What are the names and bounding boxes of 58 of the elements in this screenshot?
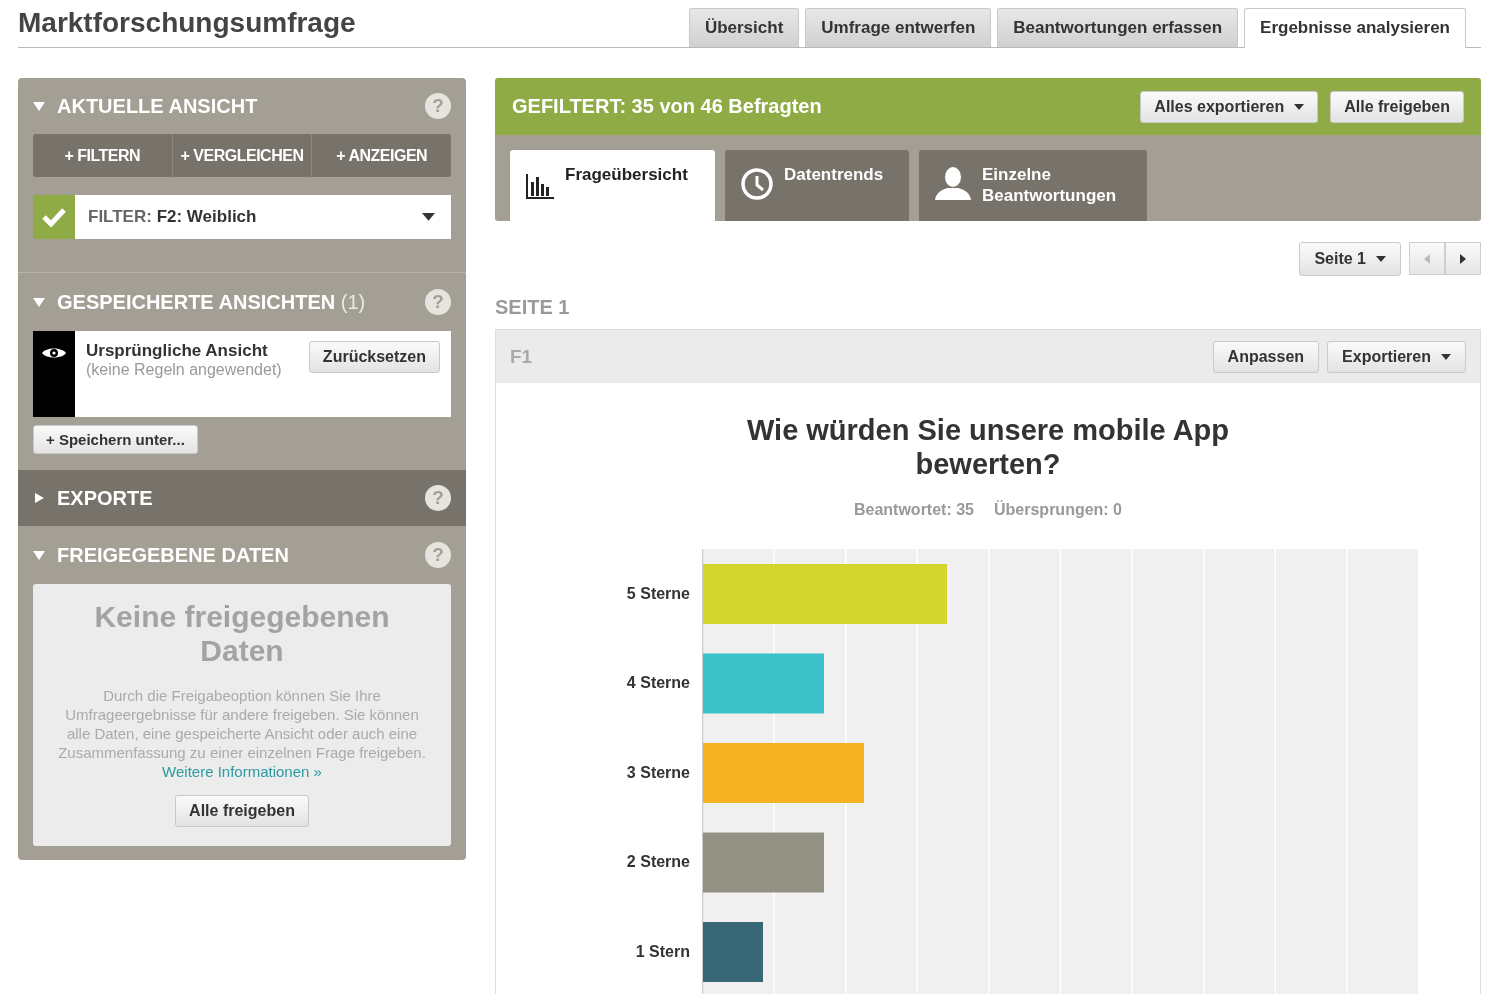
caret-icon <box>422 213 435 221</box>
view-tab[interactable]: Einzelne Beantwortungen <box>919 150 1147 221</box>
action-button[interactable]: + ANZEIGEN <box>311 134 451 177</box>
checkbox[interactable] <box>33 195 75 239</box>
expand-icon[interactable] <box>33 492 45 504</box>
nav-tab[interactable]: Beantwortungen erfassen <box>997 8 1239 47</box>
bar-label: 4 Sterne <box>626 674 690 693</box>
bar-label: 3 Sterne <box>626 763 690 782</box>
bar-chart-icon <box>525 172 555 200</box>
collapse-icon[interactable] <box>33 549 45 561</box>
bar-label: 2 Sterne <box>626 853 690 872</box>
toolbar-button[interactable]: Alles exportieren <box>1140 90 1319 123</box>
share-all-button[interactable]: Alle freigeben <box>175 795 309 827</box>
action-button[interactable]: + VERGLEICHEN <box>171 134 312 177</box>
bar-label: 5 Sterne <box>626 584 690 603</box>
page-dropdown[interactable]: Seite 1 <box>1299 242 1401 276</box>
nav-tab[interactable]: Ergebnisse analysieren <box>1244 8 1466 48</box>
caret-icon <box>1441 353 1451 360</box>
filter-summary: GEFILTERT: 35 von 46 Befragten <box>512 95 823 118</box>
filter-dropdown[interactable]: FILTER: F2: Weiblich <box>33 195 451 239</box>
section-title: FREIGEGEBENE DATEN <box>57 543 290 567</box>
empty-state-text: Durch die Freigabeoption können Sie Ihre Umfrageergebnisse für andere freigeben. Sie können alle Daten, eine gespeicherte Ansicht oder auch eine Zusammenfassung zu einer einzelnen Frage freigeben. Weitere Informationen » <box>57 686 427 781</box>
action-button[interactable]: + FILTERN <box>33 134 172 177</box>
filter-label: FILTER: F2: Weiblich <box>87 207 258 227</box>
question-id: F1 <box>510 345 534 368</box>
saved-view-card[interactable]: Ursprüngliche Ansicht (keine Regeln angewendet) Zurücksetzen <box>33 331 451 417</box>
empty-state-title: Keine freigegebenen Daten <box>93 600 391 668</box>
section-title: AKTUELLE ANSICHT <box>57 94 259 118</box>
left-arrow-icon <box>1424 253 1430 264</box>
nav-tab[interactable]: Umfrage entwerfen <box>805 8 992 47</box>
view-tab[interactable]: Frageübersicht <box>510 150 715 221</box>
clock-icon <box>740 167 774 201</box>
answered-count: Beantwortet: 35 <box>853 501 974 519</box>
person-icon <box>934 166 972 200</box>
caret-icon <box>1294 103 1305 110</box>
section-header[interactable]: EXPORTE ? <box>18 470 466 526</box>
question-title: Wie würden Sie unsere mobile App bewerten? <box>745 413 1231 481</box>
view-tab[interactable]: Datentrends <box>725 150 909 221</box>
saved-view-note: (keine Regeln angewendet) <box>86 361 283 379</box>
page-title: Marktforschungsumfrage <box>18 7 356 39</box>
caret-icon <box>1376 256 1386 262</box>
checkmark-icon <box>42 207 66 227</box>
question-button[interactable]: Anpassen <box>1212 340 1320 373</box>
next-page-button[interactable] <box>1445 242 1481 275</box>
skipped-count: Übersprungen: 0 <box>994 501 1122 519</box>
save-as-button[interactable]: + Speichern unter... <box>33 425 198 454</box>
bar-label: 1 Stern <box>635 942 690 961</box>
section-title: EXPORTE <box>57 486 154 510</box>
section-title: GESPEICHERTE ANSICHTEN (1) <box>57 290 367 314</box>
reset-button[interactable]: Zurücksetzen <box>308 341 440 373</box>
saved-view-name: Ursprüngliche Ansicht <box>86 341 269 361</box>
page-heading: SEITE 1 <box>495 296 571 319</box>
right-arrow-icon <box>1460 253 1466 264</box>
nav-tab[interactable]: Übersicht <box>688 8 800 47</box>
toolbar-button[interactable]: Alle freigeben <box>1330 90 1464 123</box>
collapse-icon[interactable] <box>33 100 45 112</box>
question-button[interactable]: Exportieren <box>1327 340 1466 373</box>
collapse-icon[interactable] <box>33 296 45 308</box>
